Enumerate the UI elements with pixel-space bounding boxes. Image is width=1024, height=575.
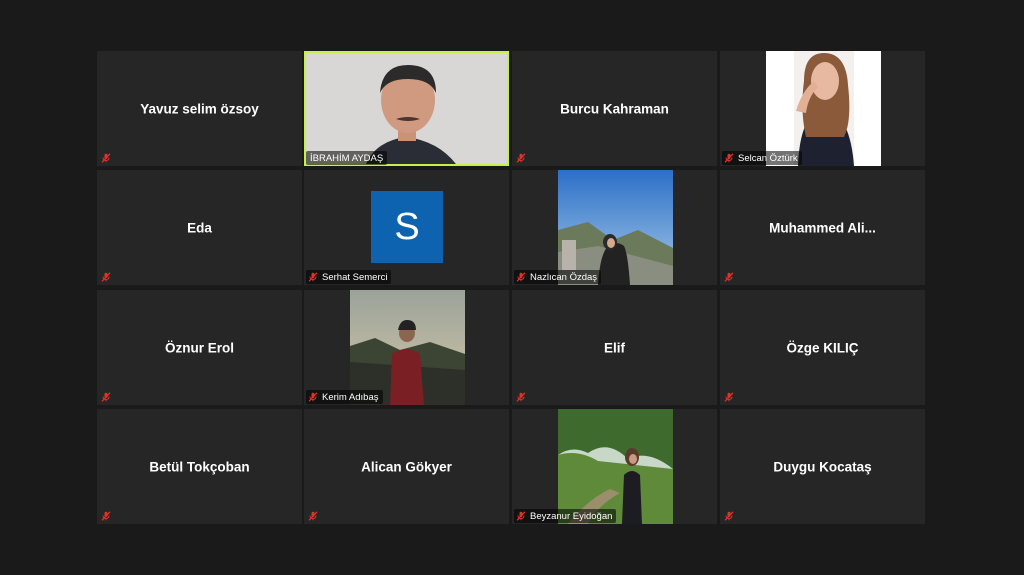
participant-name: Öznur Erol <box>164 340 234 355</box>
participant-name: Muhammed Ali... <box>769 220 876 235</box>
video-frame <box>306 53 507 164</box>
mic-muted-icon <box>724 392 734 402</box>
mic-muted-icon <box>516 511 526 521</box>
participant-video <box>558 170 673 285</box>
participant-tile[interactable]: S Serhat Semerci <box>304 170 509 285</box>
mic-muted-icon <box>101 392 111 402</box>
participant-tile[interactable]: Elif <box>512 290 717 405</box>
participant-video <box>306 53 507 164</box>
participant-footer: İBRAHİM AYDAŞ <box>306 151 388 165</box>
participant-name: Duygu Kocataş <box>773 459 872 474</box>
mic-muted-icon <box>101 153 111 163</box>
participant-footer: Selcan Öztürk <box>722 151 802 165</box>
participant-footer: Beyzanur Eyidoğan <box>514 509 617 523</box>
participant-name: Selcan Öztürk <box>738 152 798 164</box>
participant-video <box>558 409 673 524</box>
participant-name: Beyzanur Eyidoğan <box>530 510 613 522</box>
mic-muted-icon <box>308 272 318 282</box>
participant-tile[interactable]: Nazlıcan Özdaş <box>512 170 717 285</box>
participant-footer <box>722 390 738 404</box>
participant-video <box>350 290 465 405</box>
participant-tile[interactable]: Beyzanur Eyidoğan <box>512 409 717 524</box>
mic-muted-icon <box>308 392 318 402</box>
participant-name: Kerim Adıbaş <box>322 391 379 403</box>
mic-muted-icon <box>101 511 111 521</box>
participant-name: Eda <box>187 220 212 235</box>
mic-muted-icon <box>516 153 526 163</box>
participant-name: İBRAHİM AYDAŞ <box>310 152 384 164</box>
participant-footer <box>99 390 115 404</box>
participant-video <box>766 51 881 166</box>
participant-name: Nazlıcan Özdaş <box>530 271 598 283</box>
mic-muted-icon <box>724 272 734 282</box>
video-frame <box>350 290 465 405</box>
participant-footer <box>722 270 738 284</box>
participant-name: Yavuz selim özsoy <box>140 101 259 116</box>
mic-muted-icon <box>308 511 318 521</box>
gallery-grid: Yavuz selim özsoy İBRAHİM AYDAŞ Burcu Ka… <box>97 51 928 525</box>
participant-tile[interactable]: Özge KILIÇ <box>720 290 925 405</box>
participant-tile-active-speaker[interactable]: İBRAHİM AYDAŞ <box>304 51 509 166</box>
video-frame <box>766 51 881 166</box>
participant-footer <box>514 151 530 165</box>
participant-footer <box>99 509 115 523</box>
video-frame <box>558 409 673 524</box>
video-frame <box>558 170 673 285</box>
participant-tile[interactable]: Öznur Erol <box>97 290 302 405</box>
mic-muted-icon <box>101 272 111 282</box>
participant-footer <box>722 509 738 523</box>
participant-tile[interactable]: Eda <box>97 170 302 285</box>
participant-footer <box>99 151 115 165</box>
participant-name: Özge KILIÇ <box>786 340 859 355</box>
participant-tile[interactable]: Kerim Adıbaş <box>304 290 509 405</box>
participant-name: Serhat Semerci <box>322 271 388 283</box>
participant-tile[interactable]: Yavuz selim özsoy <box>97 51 302 166</box>
mic-muted-icon <box>516 272 526 282</box>
participant-footer: Kerim Adıbaş <box>306 390 383 404</box>
participant-tile[interactable]: Selcan Öztürk <box>720 51 925 166</box>
participant-name: Burcu Kahraman <box>560 101 669 116</box>
participant-footer: Nazlıcan Özdaş <box>514 270 602 284</box>
participant-tile[interactable]: Muhammed Ali... <box>720 170 925 285</box>
mic-muted-icon <box>724 153 734 163</box>
participant-name: Alican Gökyer <box>361 459 452 474</box>
participant-footer <box>514 390 530 404</box>
participant-name: Elif <box>603 340 625 355</box>
participant-tile[interactable]: Alican Gökyer <box>304 409 509 524</box>
participant-footer: Serhat Semerci <box>306 270 392 284</box>
participant-footer <box>99 270 115 284</box>
participant-tile[interactable]: Betül Tokçoban <box>97 409 302 524</box>
mic-muted-icon <box>516 392 526 402</box>
participant-footer <box>306 509 322 523</box>
participant-tile[interactable]: Burcu Kahraman <box>512 51 717 166</box>
participant-name: Betül Tokçoban <box>149 459 250 474</box>
participant-avatar: S <box>371 191 443 263</box>
participant-tile[interactable]: Duygu Kocataş <box>720 409 925 524</box>
mic-muted-icon <box>724 511 734 521</box>
